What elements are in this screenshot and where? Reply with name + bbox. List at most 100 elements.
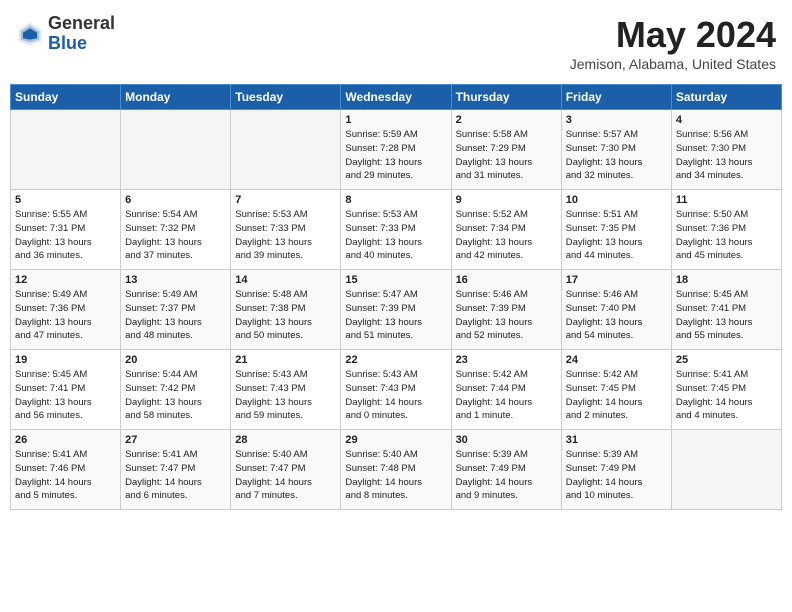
logo-general-text: General xyxy=(48,14,115,34)
calendar-cell: 6 Sunrise: 5:54 AM Sunset: 7:32 PM Daylig… xyxy=(121,190,231,270)
day-number: 8 xyxy=(345,194,446,206)
calendar-cell xyxy=(671,430,781,510)
day-number: 18 xyxy=(676,274,777,286)
calendar-cell: 29 Sunrise: 5:40 AM Sunset: 7:48 PM Dayli… xyxy=(341,430,451,510)
day-info: Sunrise: 5:53 AM Sunset: 7:33 PM Dayligh… xyxy=(345,208,446,263)
logo: General Blue xyxy=(16,14,115,54)
day-number: 28 xyxy=(235,434,336,446)
calendar-cell: 13Sunrise: 5:49 AM Sunset: 7:37 PM Dayli… xyxy=(121,270,231,350)
day-info: Sunrise: 5:41 AM Sunset: 7:45 PM Dayligh… xyxy=(676,368,777,423)
day-number: 30 xyxy=(456,434,557,446)
column-header-tuesday: Tuesday xyxy=(231,85,341,110)
day-info: Sunrise: 5:45 AM Sunset: 7:41 PM Dayligh… xyxy=(676,288,777,343)
calendar-cell: 4Sunrise: 5:56 AM Sunset: 7:30 PM Daylig… xyxy=(671,110,781,190)
day-number: 23 xyxy=(456,354,557,366)
day-info: Sunrise: 5:39 AM Sunset: 7:49 PM Dayligh… xyxy=(456,448,557,503)
day-number: 22 xyxy=(345,354,446,366)
calendar-cell: 30 Sunrise: 5:39 AM Sunset: 7:49 PM Dayli… xyxy=(451,430,561,510)
calendar-cell: 28 Sunrise: 5:40 AM Sunset: 7:47 PM Dayli… xyxy=(231,430,341,510)
day-number: 17 xyxy=(566,274,667,286)
day-number: 3 xyxy=(566,114,667,126)
calendar-cell: 26 Sunrise: 5:41 AM Sunset: 7:46 PM Dayli… xyxy=(11,430,121,510)
calendar-cell: 21 Sunrise: 5:43 AM Sunset: 7:43 PM Dayli… xyxy=(231,350,341,430)
day-number: 31 xyxy=(566,434,667,446)
logo-icon xyxy=(16,20,44,48)
calendar-cell: 22 Sunrise: 5:43 AM Sunset: 7:43 PM Dayli… xyxy=(341,350,451,430)
day-number: 25 xyxy=(676,354,777,366)
day-info: Sunrise: 5:49 AM Sunset: 7:36 PM Dayligh… xyxy=(15,288,116,343)
calendar-cell: 7 Sunrise: 5:53 AM Sunset: 7:33 PM Daylig… xyxy=(231,190,341,270)
column-header-wednesday: Wednesday xyxy=(341,85,451,110)
day-info: Sunrise: 5:59 AM Sunset: 7:28 PM Dayligh… xyxy=(345,128,446,183)
calendar-cell: 15Sunrise: 5:47 AM Sunset: 7:39 PM Dayli… xyxy=(341,270,451,350)
day-number: 11 xyxy=(676,194,777,206)
week-row-1: 1 Sunrise: 5:59 AM Sunset: 7:28 PM Daylig… xyxy=(11,110,782,190)
day-info: Sunrise: 5:46 AM Sunset: 7:40 PM Dayligh… xyxy=(566,288,667,343)
day-info: Sunrise: 5:40 AM Sunset: 7:48 PM Dayligh… xyxy=(345,448,446,503)
calendar-cell: 11 Sunrise: 5:50 AM Sunset: 7:36 PM Dayli… xyxy=(671,190,781,270)
calendar-cell: 31 Sunrise: 5:39 AM Sunset: 7:49 PM Dayli… xyxy=(561,430,671,510)
calendar-cell: 5 Sunrise: 5:55 AM Sunset: 7:31 PM Daylig… xyxy=(11,190,121,270)
calendar-cell: 1 Sunrise: 5:59 AM Sunset: 7:28 PM Daylig… xyxy=(341,110,451,190)
day-info: Sunrise: 5:41 AM Sunset: 7:46 PM Dayligh… xyxy=(15,448,116,503)
week-row-5: 26 Sunrise: 5:41 AM Sunset: 7:46 PM Dayli… xyxy=(11,430,782,510)
day-number: 6 xyxy=(125,194,226,206)
day-number: 26 xyxy=(15,434,116,446)
calendar-cell: 9Sunrise: 5:52 AM Sunset: 7:34 PM Daylig… xyxy=(451,190,561,270)
header-row: SundayMondayTuesdayWednesdayThursdayFrid… xyxy=(11,85,782,110)
calendar-cell xyxy=(231,110,341,190)
week-row-3: 12 Sunrise: 5:49 AM Sunset: 7:36 PM Dayli… xyxy=(11,270,782,350)
calendar-cell: 8 Sunrise: 5:53 AM Sunset: 7:33 PM Daylig… xyxy=(341,190,451,270)
page-header: General Blue May 2024 Jemison, Alabama, … xyxy=(10,10,782,76)
calendar-cell: 27Sunrise: 5:41 AM Sunset: 7:47 PM Dayli… xyxy=(121,430,231,510)
day-info: Sunrise: 5:48 AM Sunset: 7:38 PM Dayligh… xyxy=(235,288,336,343)
calendar-cell xyxy=(121,110,231,190)
day-number: 12 xyxy=(15,274,116,286)
day-info: Sunrise: 5:51 AM Sunset: 7:35 PM Dayligh… xyxy=(566,208,667,263)
calendar-cell: 17 Sunrise: 5:46 AM Sunset: 7:40 PM Dayli… xyxy=(561,270,671,350)
day-number: 21 xyxy=(235,354,336,366)
logo-text: General Blue xyxy=(48,14,115,54)
calendar-cell: 14Sunrise: 5:48 AM Sunset: 7:38 PM Dayli… xyxy=(231,270,341,350)
day-number: 15 xyxy=(345,274,446,286)
calendar-cell: 24Sunrise: 5:42 AM Sunset: 7:45 PM Dayli… xyxy=(561,350,671,430)
day-number: 7 xyxy=(235,194,336,206)
day-info: Sunrise: 5:50 AM Sunset: 7:36 PM Dayligh… xyxy=(676,208,777,263)
day-info: Sunrise: 5:42 AM Sunset: 7:44 PM Dayligh… xyxy=(456,368,557,423)
day-number: 5 xyxy=(15,194,116,206)
day-info: Sunrise: 5:53 AM Sunset: 7:33 PM Dayligh… xyxy=(235,208,336,263)
calendar-cell: 20 Sunrise: 5:44 AM Sunset: 7:42 PM Dayli… xyxy=(121,350,231,430)
calendar-cell: 10Sunrise: 5:51 AM Sunset: 7:35 PM Dayli… xyxy=(561,190,671,270)
day-info: Sunrise: 5:43 AM Sunset: 7:43 PM Dayligh… xyxy=(235,368,336,423)
day-number: 1 xyxy=(345,114,446,126)
calendar-cell: 3 Sunrise: 5:57 AM Sunset: 7:30 PM Daylig… xyxy=(561,110,671,190)
calendar-cell: 25 Sunrise: 5:41 AM Sunset: 7:45 PM Dayli… xyxy=(671,350,781,430)
day-info: Sunrise: 5:58 AM Sunset: 7:29 PM Dayligh… xyxy=(456,128,557,183)
calendar-cell: 16Sunrise: 5:46 AM Sunset: 7:39 PM Dayli… xyxy=(451,270,561,350)
day-info: Sunrise: 5:44 AM Sunset: 7:42 PM Dayligh… xyxy=(125,368,226,423)
column-header-monday: Monday xyxy=(121,85,231,110)
day-info: Sunrise: 5:40 AM Sunset: 7:47 PM Dayligh… xyxy=(235,448,336,503)
day-info: Sunrise: 5:43 AM Sunset: 7:43 PM Dayligh… xyxy=(345,368,446,423)
day-info: Sunrise: 5:39 AM Sunset: 7:49 PM Dayligh… xyxy=(566,448,667,503)
title-block: May 2024 Jemison, Alabama, United States xyxy=(570,14,776,72)
day-info: Sunrise: 5:56 AM Sunset: 7:30 PM Dayligh… xyxy=(676,128,777,183)
calendar-cell: 18 Sunrise: 5:45 AM Sunset: 7:41 PM Dayli… xyxy=(671,270,781,350)
calendar-cell: 12 Sunrise: 5:49 AM Sunset: 7:36 PM Dayli… xyxy=(11,270,121,350)
calendar-table: SundayMondayTuesdayWednesdayThursdayFrid… xyxy=(10,84,782,510)
day-number: 27 xyxy=(125,434,226,446)
day-number: 29 xyxy=(345,434,446,446)
calendar-cell: 23 Sunrise: 5:42 AM Sunset: 7:44 PM Dayli… xyxy=(451,350,561,430)
week-row-2: 5 Sunrise: 5:55 AM Sunset: 7:31 PM Daylig… xyxy=(11,190,782,270)
week-row-4: 19Sunrise: 5:45 AM Sunset: 7:41 PM Dayli… xyxy=(11,350,782,430)
day-info: Sunrise: 5:49 AM Sunset: 7:37 PM Dayligh… xyxy=(125,288,226,343)
day-info: Sunrise: 5:46 AM Sunset: 7:39 PM Dayligh… xyxy=(456,288,557,343)
day-info: Sunrise: 5:57 AM Sunset: 7:30 PM Dayligh… xyxy=(566,128,667,183)
day-info: Sunrise: 5:54 AM Sunset: 7:32 PM Dayligh… xyxy=(125,208,226,263)
day-info: Sunrise: 5:52 AM Sunset: 7:34 PM Dayligh… xyxy=(456,208,557,263)
calendar-cell: 19Sunrise: 5:45 AM Sunset: 7:41 PM Dayli… xyxy=(11,350,121,430)
column-header-thursday: Thursday xyxy=(451,85,561,110)
column-header-saturday: Saturday xyxy=(671,85,781,110)
day-number: 20 xyxy=(125,354,226,366)
day-info: Sunrise: 5:55 AM Sunset: 7:31 PM Dayligh… xyxy=(15,208,116,263)
